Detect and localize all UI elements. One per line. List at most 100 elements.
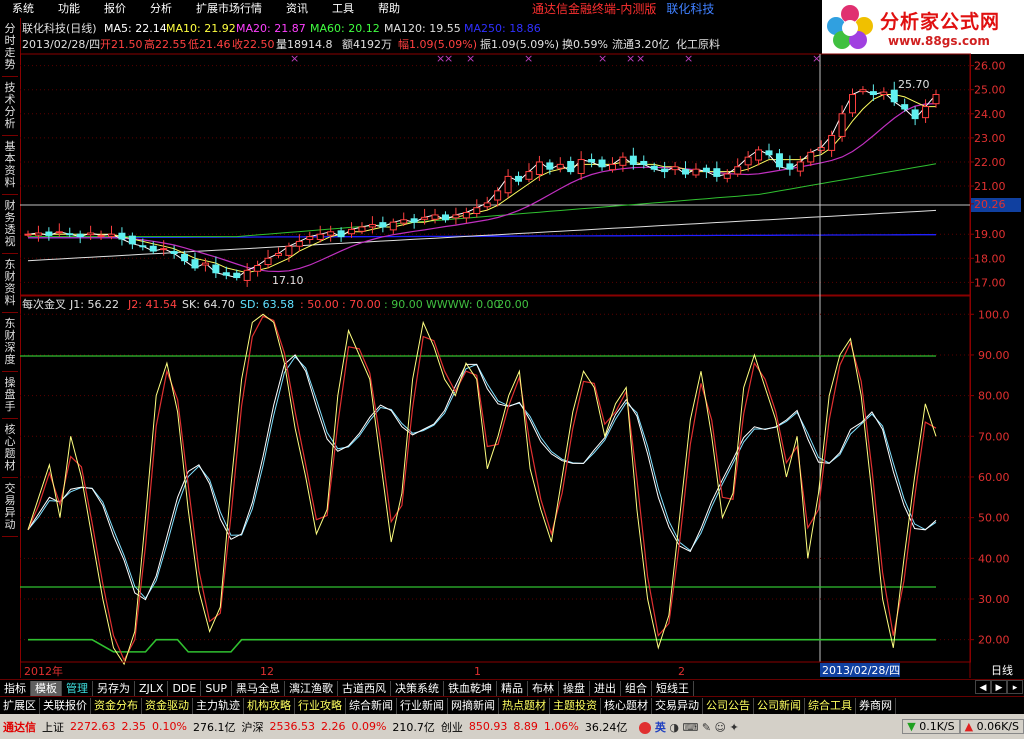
chart-area[interactable]: 联化科技(日线) MA5: 22.14 MA10: 21.92 MA20: 21… [20,18,1024,678]
side-tab-trade-anomaly[interactable]: 交易异动 [2,478,18,537]
candle-body [588,159,596,163]
tb2-digest-news[interactable]: 网摘新闻 [448,697,499,714]
menu-quote[interactable]: 报价 [92,0,138,18]
price-tick-label: 25.00 [974,84,1006,97]
indicator-axis: 100.0 90.00 80.00 70.00 60.00 50.00 40.00 30.00… [20,308,1010,647]
side-tab-fundamental[interactable]: 基本资料 [2,136,18,195]
hs-index-label[interactable]: 沪深 [238,719,266,735]
candle-body [859,89,867,93]
menu-info[interactable]: 资讯 [274,0,320,18]
menu-tools[interactable]: 工具 [320,0,366,18]
open-price: 开21.50 [100,38,143,51]
tb2-company-news[interactable]: 公司新闻 [754,697,805,714]
tb2-theme-invest[interactable]: 主题投资 [550,697,601,714]
brand-stock-name: 联化科技 [666,2,715,16]
side-tab-intraday[interactable]: 分时走势 [2,18,18,77]
candle-body [713,168,721,177]
period-label[interactable]: 日线 [980,663,1024,678]
tb-decision[interactable]: 决策系统 [391,680,445,696]
tb-save-as[interactable]: 另存为 [93,680,135,696]
menu-system[interactable]: 系统 [0,0,46,18]
tb2-company-notice[interactable]: 公司公告 [703,697,754,714]
tb-dde[interactable]: DDE [168,680,202,696]
candle-body [66,233,74,236]
tb-inout[interactable]: 进出 [590,680,622,696]
tb2-general-news[interactable]: 综合新闻 [346,697,397,714]
candle-body [233,272,241,279]
candle-body [546,162,554,170]
candle-body [118,232,126,240]
menu-help[interactable]: 帮助 [366,0,412,18]
menu-analysis[interactable]: 分析 [138,0,184,18]
candle-body [243,269,251,281]
candle-body [880,91,888,96]
tb2-broker-net[interactable]: 券商网 [856,697,896,714]
menu-function[interactable]: 功能 [46,0,92,18]
candle-body [494,190,502,201]
tb-tiexue[interactable]: 铁血乾坤 [444,680,498,696]
sd-label: SD: 63.58 [240,298,294,311]
expand-icon[interactable]: ▸ [1007,680,1023,694]
candle-body [348,228,356,235]
tb-manage[interactable]: 管理 [62,680,93,696]
tb2-main-track[interactable]: 主力轨迹 [193,697,244,714]
side-tab-technical[interactable]: 技术分析 [2,77,18,136]
close-price: 收22.50 [232,37,275,51]
tb2-general-tools[interactable]: 综合工具 [805,697,856,714]
hs-index-value: 2536.53 [269,720,315,733]
indicator-tick-label: 60.00 [978,471,1010,484]
tb-gudao[interactable]: 古道西风 [338,680,392,696]
tb2-inst-strategy[interactable]: 机构攻略 [244,697,295,714]
tb-shortline[interactable]: 短线王 [652,680,695,696]
tb-heima[interactable]: 黑马全息 [232,680,286,696]
status-app-name: 通达信 [3,720,36,734]
tb2-industry-strategy[interactable]: 行业攻略 [295,697,346,714]
side-tab-dongcai-info[interactable]: 东财资料 [2,254,18,313]
hs-index-change: 2.26 [320,720,346,733]
tb-lijiang[interactable]: 漓江渔歌 [285,680,339,696]
side-tab-dongcai-depth[interactable]: 东财深度 [2,313,18,372]
ime-tools-icon[interactable]: ◑ ⌨ ✎ ☺ ✦ [669,721,738,734]
candle-body [849,94,857,114]
cy-index-label[interactable]: 创业 [438,719,466,735]
tb-indicator[interactable]: 指标 [0,680,31,696]
sh-index-label[interactable]: 上证 [39,719,67,735]
candle-body [807,151,815,163]
menu-ext-market[interactable]: 扩展市场行情 [184,0,274,18]
chart-nav-buttons: ◀ ▶ ▸ [975,680,1024,695]
candlesticks [24,81,940,287]
tb2-core-theme[interactable]: 核心题材 [601,697,652,714]
tb-bollinger[interactable]: 布林 [528,680,560,696]
candle-body [337,230,345,238]
indicator-name: 每次金叉 [22,297,66,311]
scroll-right-icon[interactable]: ▶ [991,680,1007,694]
tb2-related-quote[interactable]: 关联报价 [40,697,91,714]
side-tab-financial[interactable]: 财务透视 [2,195,18,254]
tb-template[interactable]: 模板 [31,680,62,696]
tb-sup[interactable]: SUP [201,680,233,696]
candle-body [608,163,616,171]
tb-premium[interactable]: 精品 [497,680,529,696]
sh-index-value: 2272.63 [70,720,116,733]
tb2-fund-drive[interactable]: 资金驱动 [142,697,193,714]
up-arrow-icon: ▲ [964,720,974,733]
scroll-left-icon[interactable]: ◀ [975,680,991,694]
tb-combo[interactable]: 组合 [621,680,653,696]
volume: 量18914.8 [276,38,333,51]
tb2-industry-news[interactable]: 行业新闻 [397,697,448,714]
ma10-label: MA10: 21.92 [166,22,236,35]
ime-mode[interactable]: 英 [655,721,666,734]
candle-body [45,231,53,236]
amplitude: 振1.09(5.09%) [480,37,559,51]
candle-body [128,235,136,245]
side-tab-trader[interactable]: 操盘手 [2,372,18,419]
side-tab-core-theme[interactable]: 核心题材 [2,419,18,478]
tb2-fund-dist[interactable]: 资金分布 [91,697,142,714]
candle-body [410,218,418,223]
tb2-hot-theme[interactable]: 热点题材 [499,697,550,714]
tb-trading[interactable]: 操盘 [559,680,591,696]
tb2-ext-area[interactable]: 扩展区 [0,697,40,714]
price-tick-label: 21.00 [974,180,1006,193]
tb2-trade-anomaly[interactable]: 交易异动 [652,697,703,714]
tb-zjlx[interactable]: ZJLX [135,680,169,696]
